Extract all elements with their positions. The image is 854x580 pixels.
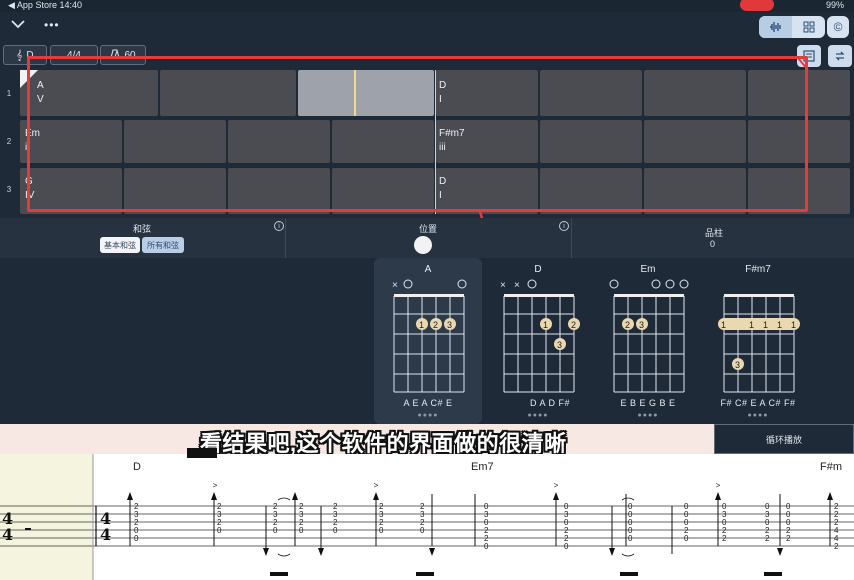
chord-card-fsharp-m7[interactable]: F#m7 1 1 1 1 1 3 F# C# E A C# F# ●●●● [704,258,812,424]
svg-text:0: 0 [684,534,689,543]
svg-text:1: 1 [791,320,796,330]
svg-text:0: 0 [134,534,139,543]
chord-diagram: 1 1 1 1 1 3 [718,294,800,393]
chord-name: Em [640,264,656,275]
svg-text:1: 1 [763,320,768,330]
svg-text:0: 0 [628,534,633,543]
string-labels: A E A C# E [403,398,453,408]
position-slider[interactable] [414,236,432,254]
svg-text:1: 1 [419,320,424,330]
string-labels: F# C# E A C# F# [720,398,796,408]
svg-text:2: 2 [722,534,727,543]
chord-name: A [424,264,432,275]
chord-diagram: × × 1 2 3 [500,279,580,393]
svg-text:2: 2 [765,534,770,543]
basic-chords-chip[interactable]: 基本和弦 [100,237,140,253]
fret-value: 0 [710,239,716,249]
info-icon[interactable]: i [559,221,569,231]
svg-text:2: 2 [786,534,791,543]
svg-text:2: 2 [433,320,438,330]
chord-diagram: 2 3 [609,279,689,393]
svg-text:1: 1 [721,320,726,330]
svg-text:3: 3 [735,360,740,370]
svg-text:0: 0 [273,526,278,535]
svg-text:×: × [392,280,398,291]
chord-card-d[interactable]: D × × 1 2 3 D A D F# ●●●● [484,258,592,424]
page-dots: ●●●● [747,412,769,419]
svg-text:3: 3 [447,320,452,330]
svg-text:×: × [514,280,520,291]
loop-play-button[interactable]: 循环播放 [714,424,854,454]
svg-text:1: 1 [543,320,548,330]
svg-text:0: 0 [333,526,338,535]
string-labels: D A D F# [529,398,570,408]
chord-card-a[interactable]: A × 1 2 3 A E A C# E ●●●● [374,258,482,424]
page-dots: ●●●● [417,412,439,419]
svg-text:0: 0 [299,526,304,535]
page-dots: ●●●● [527,412,549,419]
chord-title: 和弦 [133,224,152,234]
tab-numbers: 23200 2320 2320 2320 2320 2320 2320 0302… [134,502,839,551]
svg-text:0: 0 [484,542,489,551]
svg-text:0: 0 [420,526,425,535]
svg-text:0: 0 [217,526,222,535]
chord-name: D [534,264,542,275]
svg-text:0: 0 [379,526,384,535]
page-dots: ●●●● [637,412,659,419]
svg-text:2: 2 [625,320,630,330]
chord-card-em[interactable]: Em 2 3 E B E G B E ●●●● [594,258,702,424]
all-chords-chip[interactable]: 所有和弦 [142,237,184,253]
svg-text:3: 3 [557,340,562,350]
chord-diagram: × 1 2 3 [392,279,467,393]
svg-text:3: 3 [639,320,644,330]
svg-text:1: 1 [749,320,754,330]
svg-text:2: 2 [834,542,839,551]
position-title: 位置 [419,224,438,234]
svg-text:0: 0 [564,542,569,551]
svg-text:2: 2 [571,320,576,330]
info-icon[interactable]: i [274,221,284,231]
svg-text:1: 1 [777,320,782,330]
svg-text:×: × [500,280,506,291]
chord-name: F#m7 [745,264,771,275]
fret-title: 品柱 [705,228,724,238]
string-labels: E B E G B E [620,398,676,408]
